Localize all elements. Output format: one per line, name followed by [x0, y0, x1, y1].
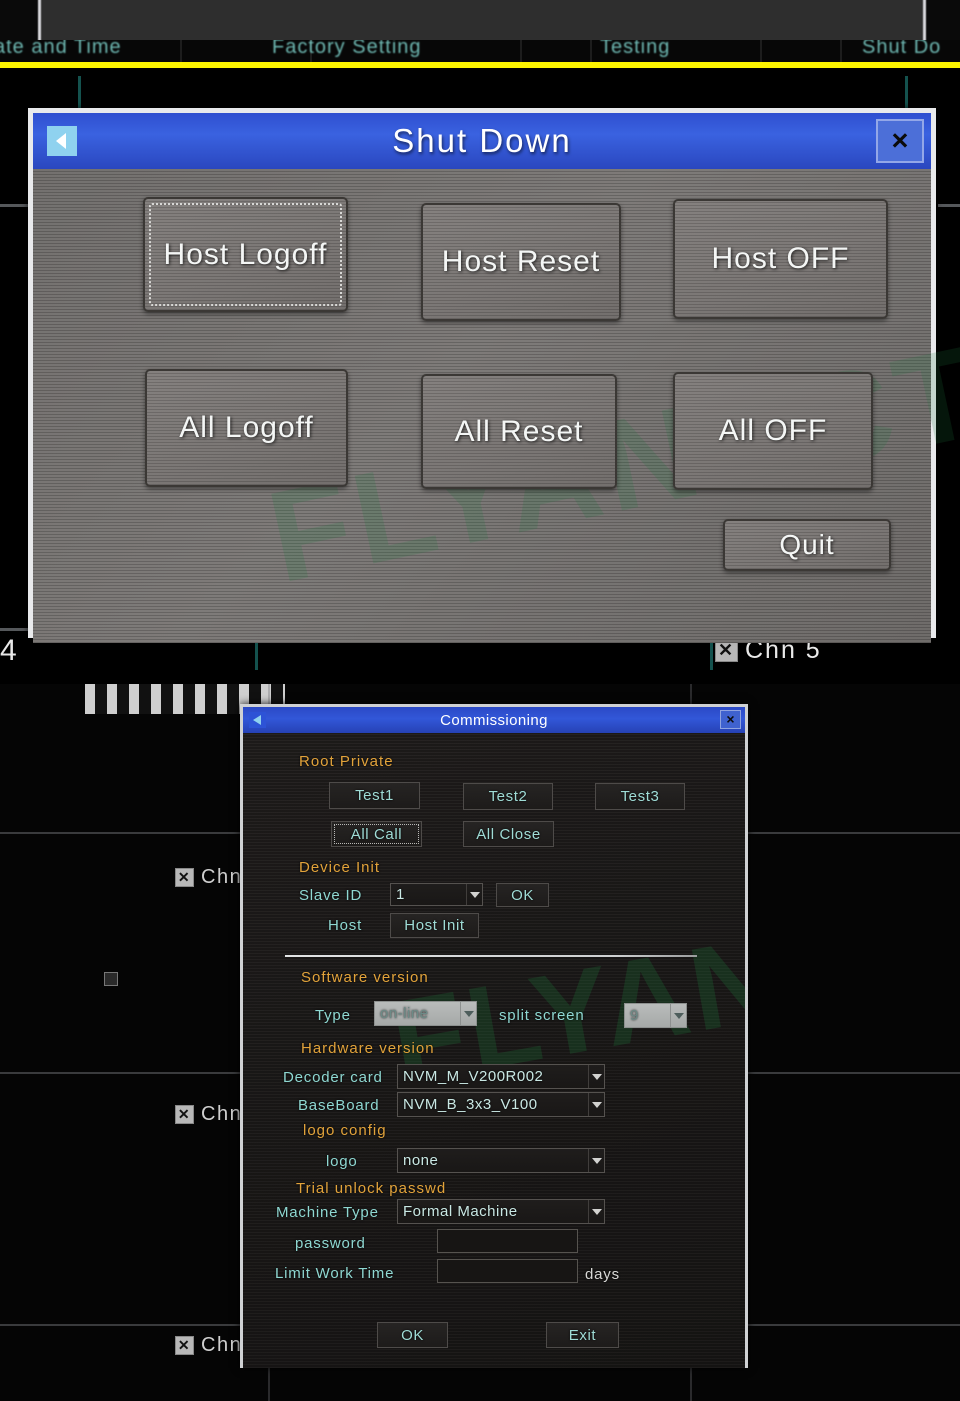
wall-corner-digit: 4 — [0, 634, 18, 667]
group-label-software-version: Software version — [301, 969, 429, 986]
chevron-down-icon[interactable] — [670, 1004, 686, 1027]
menu-item-testing[interactable]: Testing — [600, 40, 670, 59]
back-arrow-icon[interactable] — [47, 126, 77, 156]
group-label-hardware-version: Hardware version — [301, 1040, 435, 1057]
menu-item-shut-down[interactable]: Shut Do — [862, 40, 941, 59]
baseboard-select[interactable]: NVM_B_3x3_V100 — [397, 1092, 605, 1117]
shutdown-dialog-photo: 4 ✕ Chn 5 Shut Down × FLYANCCTV Host Log… — [0, 76, 960, 670]
logo-select[interactable]: none — [397, 1148, 605, 1173]
all-logoff-button[interactable]: All Logoff — [145, 369, 348, 487]
limit-work-time-value — [438, 1260, 577, 1266]
chevron-down-icon[interactable] — [460, 1002, 476, 1025]
channel-x-icon: ✕ — [175, 1336, 194, 1355]
shutdown-title-text: Shut Down — [392, 122, 572, 159]
wall-grid-line — [0, 204, 30, 207]
host-reset-button[interactable]: Host Reset — [421, 203, 621, 321]
limit-work-time-label: Limit Work Time — [275, 1265, 395, 1282]
close-icon[interactable]: × — [720, 710, 741, 729]
slave-id-value: 1 — [396, 886, 405, 903]
machine-type-label: Machine Type — [276, 1204, 379, 1221]
host-off-button[interactable]: Host OFF — [673, 199, 888, 319]
commissioning-dialog-photo: ✕ Chn 1 ✕ Chn 4 ✕ Chn 7 Commissioning × — [0, 684, 960, 1401]
group-label-logo-config: logo config — [303, 1122, 387, 1139]
all-call-button[interactable]: All Call — [331, 821, 422, 847]
slave-id-label: Slave ID — [299, 887, 363, 904]
split-screen-select[interactable]: 9 — [624, 1003, 687, 1028]
slave-id-ok-button[interactable]: OK — [496, 883, 549, 907]
channel-x-icon: ✕ — [175, 868, 194, 887]
commissioning-titlebar: Commissioning × — [243, 707, 745, 733]
section-divider — [285, 955, 697, 957]
commissioning-title-text: Commissioning — [440, 711, 548, 729]
host-logoff-button[interactable]: Host Logoff — [143, 197, 348, 312]
machine-type-select[interactable]: Formal Machine — [397, 1199, 605, 1224]
chevron-down-icon[interactable] — [588, 1200, 604, 1223]
chevron-down-icon[interactable] — [588, 1093, 604, 1116]
chevron-down-icon[interactable] — [466, 884, 482, 905]
type-select[interactable]: on-line — [374, 1001, 477, 1026]
photo-separator-bar — [0, 62, 960, 68]
shutdown-body: FLYANCCTV Host Logoff Host Reset Host OF… — [33, 169, 960, 643]
logo-value: none — [403, 1152, 439, 1169]
password-value — [438, 1230, 577, 1236]
split-screen-label: split screen — [499, 1007, 585, 1024]
limit-work-time-field[interactable] — [437, 1259, 578, 1283]
group-label-root-private: Root Private — [299, 753, 394, 770]
commissioning-window: Commissioning × FLYANCCTV Root Private T… — [240, 704, 748, 1368]
split-screen-value: 9 — [630, 1007, 639, 1024]
screenshot-root: Save Exit ate and Time Factory Setting T… — [0, 0, 960, 1401]
all-off-button[interactable]: All OFF — [673, 372, 873, 490]
commissioning-body: FLYANCCTV Root Private Test1 Test2 Test3… — [243, 733, 745, 1368]
shutdown-titlebar: Shut Down × — [33, 113, 931, 169]
group-label-device-init: Device Init — [299, 859, 381, 876]
host-label: Host — [328, 917, 363, 934]
host-init-button[interactable]: Host Init — [390, 913, 479, 938]
top-partial-dialog-strip: Save Exit ate and Time Factory Setting T… — [0, 0, 960, 68]
group-label-trial-unlock-passwd: Trial unlock passwd — [296, 1180, 447, 1197]
type-value: on-line — [380, 1005, 429, 1022]
machine-type-value: Formal Machine — [403, 1203, 518, 1220]
password-label: password — [295, 1235, 366, 1252]
shutdown-window: Shut Down × FLYANCCTV Host Logoff Host R… — [28, 108, 960, 643]
chevron-down-icon[interactable] — [588, 1065, 604, 1088]
menu-item-date-and-time[interactable]: ate and Time — [0, 40, 122, 59]
password-field[interactable] — [437, 1229, 578, 1253]
channel-x-icon: ✕ — [175, 1105, 194, 1124]
decoder-card-label: Decoder card — [283, 1069, 383, 1086]
wall-grid-line — [78, 76, 81, 112]
all-reset-button[interactable]: All Reset — [421, 374, 617, 489]
wall-grid-line — [905, 76, 908, 112]
menu-item-factory-setting[interactable]: Factory Setting — [272, 40, 422, 59]
baseboard-label: BaseBoard — [298, 1097, 380, 1114]
test1-button[interactable]: Test1 — [329, 782, 420, 809]
slave-id-select[interactable]: 1 — [390, 883, 483, 906]
close-icon[interactable]: × — [876, 119, 924, 163]
logo-label: logo — [326, 1153, 358, 1170]
quit-button[interactable]: Quit — [723, 519, 891, 571]
days-unit-label: days — [585, 1266, 620, 1283]
baseboard-value: NVM_B_3x3_V100 — [403, 1096, 538, 1113]
decoder-card-value: NVM_M_V200R002 — [403, 1068, 544, 1085]
decoder-card-select[interactable]: NVM_M_V200R002 — [397, 1064, 605, 1089]
all-close-button[interactable]: All Close — [463, 821, 554, 847]
back-arrow-icon[interactable] — [249, 712, 266, 728]
wall-cursor-icon — [104, 972, 118, 986]
wall-grid-line — [0, 628, 30, 631]
commissioning-exit-button[interactable]: Exit — [546, 1322, 619, 1348]
ok-button[interactable]: OK — [377, 1322, 448, 1348]
test3-button[interactable]: Test3 — [595, 783, 685, 810]
test2-button[interactable]: Test2 — [463, 783, 553, 810]
wall-grid-line — [938, 204, 960, 207]
type-label: Type — [315, 1007, 351, 1024]
chevron-down-icon[interactable] — [588, 1149, 604, 1172]
